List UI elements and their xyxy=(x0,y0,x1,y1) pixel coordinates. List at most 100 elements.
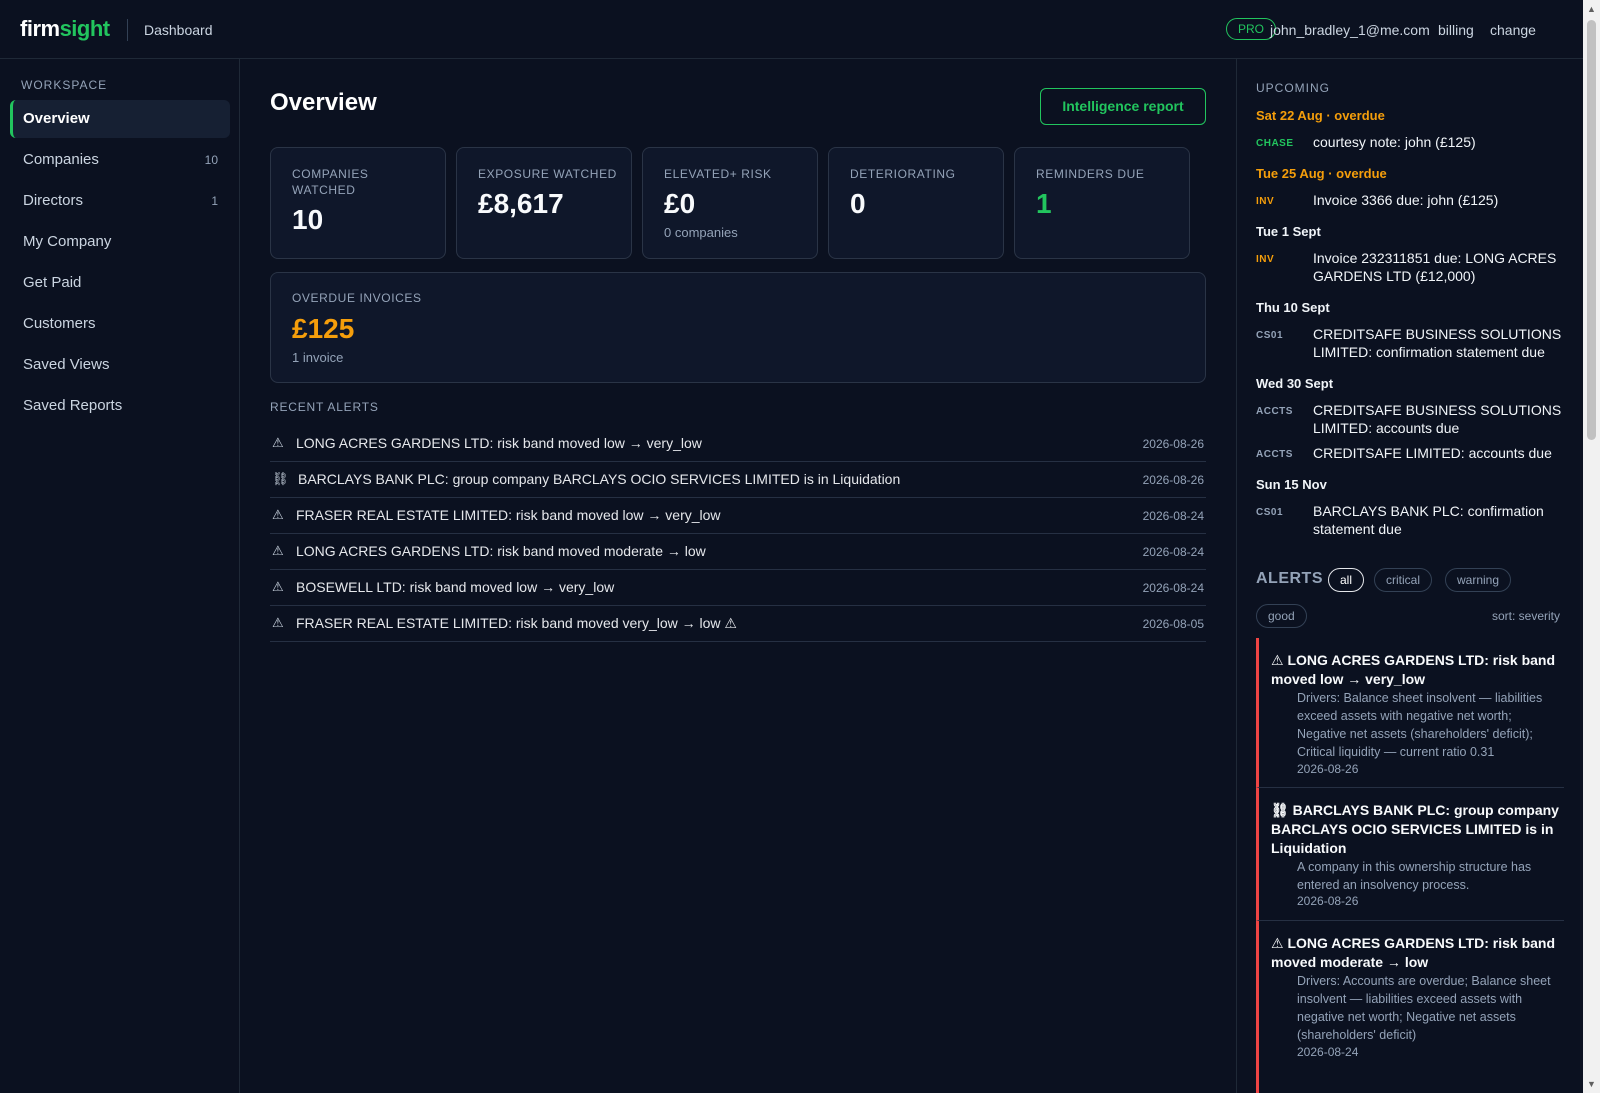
alert-card-date: 2026-08-26 xyxy=(1297,762,1359,776)
sidebar-item-label: Get Paid xyxy=(23,274,82,291)
stat-value: £125 xyxy=(292,313,355,344)
top-bar: firmsight Dashboard PRO john_bradley_1@m… xyxy=(0,0,1583,59)
stat-label: OVERDUE INVOICES xyxy=(292,291,422,305)
sidebar-item-label: Customers xyxy=(23,315,96,332)
filter-critical[interactable]: critical xyxy=(1374,568,1433,592)
alert-card-title: ⚠ LONG ACRES GARDENS LTD: risk band move… xyxy=(1271,935,1556,970)
overdue-invoices-card[interactable]: OVERDUE INVOICES £125 1 invoice xyxy=(270,272,1206,383)
upcoming-day: Thu 10 Sept xyxy=(1256,300,1330,315)
alert-card-title: ⛓ BARCLAYS BANK PLC: group company BARCL… xyxy=(1271,802,1559,856)
stat-card-companies-watched[interactable]: COMPANIES WATCHED 10 xyxy=(270,147,446,259)
alert-card-description: Drivers: Balance sheet insolvent — liabi… xyxy=(1297,691,1543,759)
stat-card-deteriorating[interactable]: DETERIORATING 0 xyxy=(828,147,1004,259)
alert-row[interactable]: ⚠ LONG ACRES GARDENS LTD: risk band move… xyxy=(270,426,1206,462)
scroll-down-arrow-icon[interactable]: ▼ xyxy=(1587,1079,1596,1089)
upcoming-event[interactable]: CREDITSAFE BUSINESS SOLUTIONS LIMITED: c… xyxy=(1313,325,1563,361)
alert-card[interactable]: ⚠ LONG ACRES GARDENS LTD: risk band move… xyxy=(1256,638,1564,788)
sidebar-item-label: Directors xyxy=(23,192,84,209)
stat-value: 0 xyxy=(850,188,866,219)
stat-card-exposure-watched[interactable]: EXPOSURE WATCHED £8,617 xyxy=(456,147,632,259)
upcoming-event[interactable]: courtesy note: john (£125) xyxy=(1313,133,1563,151)
alert-text: BARCLAYS BANK PLC: group company BARCLAY… xyxy=(298,471,901,487)
page-scrollbar[interactable]: ▲ ▼ xyxy=(1583,0,1600,1093)
alert-row[interactable]: ⚠ LONG ACRES GARDENS LTD: risk band move… xyxy=(270,534,1206,570)
event-tag: INV xyxy=(1256,196,1275,207)
change-link[interactable]: change xyxy=(1490,22,1536,38)
alert-row[interactable]: ⚠ FRASER REAL ESTATE LIMITED: risk band … xyxy=(270,606,1206,642)
upcoming-event[interactable]: CREDITSAFE BUSINESS SOLUTIONS LIMITED: a… xyxy=(1313,401,1563,437)
chain-link-icon: ⛓ xyxy=(272,471,289,486)
alert-date: 2026-08-26 xyxy=(1142,437,1204,451)
sidebar-item-get-paid[interactable]: Get Paid xyxy=(10,264,230,302)
stat-label: COMPANIES WATCHED xyxy=(292,167,369,197)
scroll-up-arrow-icon[interactable]: ▲ xyxy=(1587,4,1596,14)
alert-text: LONG ACRES GARDENS LTD: risk band moved … xyxy=(296,543,706,559)
billing-link[interactable]: billing xyxy=(1438,22,1474,38)
upcoming-day: Tue 1 Sept xyxy=(1256,224,1321,239)
alert-text: FRASER REAL ESTATE LIMITED: risk band mo… xyxy=(296,615,737,631)
warning-icon: ⚠ xyxy=(272,579,284,594)
alert-date: 2026-08-05 xyxy=(1142,617,1204,631)
sidebar-item-directors[interactable]: Directors 1 xyxy=(10,182,230,220)
page-title: Overview xyxy=(270,89,377,116)
right-panel: UPCOMING Sat 22 Aug · overdue CHASE cour… xyxy=(1236,59,1583,1093)
upcoming-day: Tue 25 Aug · overdue xyxy=(1256,166,1387,181)
chain-link-icon: ⛓ xyxy=(1271,802,1289,818)
alert-text: LONG ACRES GARDENS LTD: risk band moved … xyxy=(296,435,702,451)
alert-card[interactable]: ⚠ LONG ACRES GARDENS LTD: risk band move… xyxy=(1256,921,1564,1093)
stat-label: EXPOSURE WATCHED xyxy=(478,167,617,181)
breadcrumb-dashboard[interactable]: Dashboard xyxy=(144,22,213,38)
stat-sub: 1 invoice xyxy=(292,350,344,365)
intelligence-report-button[interactable]: Intelligence report xyxy=(1040,88,1206,125)
filter-good[interactable]: good xyxy=(1256,604,1307,628)
alert-text: BOSEWELL LTD: risk band moved low → very… xyxy=(296,579,615,595)
alert-row[interactable]: ⛓ BARCLAYS BANK PLC: group company BARCL… xyxy=(270,462,1206,498)
alert-card-date: 2026-08-24 xyxy=(1297,1045,1359,1059)
filter-warning[interactable]: warning xyxy=(1445,568,1512,592)
alert-card[interactable]: ⛓ BARCLAYS BANK PLC: group company BARCL… xyxy=(1256,788,1564,921)
stat-card-reminders-due[interactable]: REMINDERS DUE 1 xyxy=(1014,147,1190,259)
sidebar-item-label: Saved Reports xyxy=(23,397,123,414)
stat-value: 10 xyxy=(292,204,324,235)
stat-value: 1 xyxy=(1036,188,1052,219)
upcoming-event[interactable]: Invoice 232311851 due: LONG ACRES GARDEN… xyxy=(1313,249,1563,285)
alert-card-date: 2026-08-26 xyxy=(1297,894,1359,908)
main-content: Overview Intelligence report COMPANIES W… xyxy=(240,59,1236,1093)
warning-icon: ⚠ xyxy=(272,543,284,558)
stat-label: REMINDERS DUE xyxy=(1036,167,1145,181)
alert-date: 2026-08-24 xyxy=(1142,581,1204,595)
upcoming-heading: UPCOMING xyxy=(1256,81,1330,95)
event-tag: ACCTS xyxy=(1256,406,1293,417)
sidebar-item-companies[interactable]: Companies 10 xyxy=(10,141,230,179)
sidebar: WORKSPACE Overview Companies 10 Director… xyxy=(0,59,240,1093)
sidebar-item-saved-views[interactable]: Saved Views xyxy=(10,346,230,384)
sort-control[interactable]: sort: severity xyxy=(1492,609,1560,623)
sidebar-item-saved-reports[interactable]: Saved Reports xyxy=(10,387,230,425)
event-tag: CS01 xyxy=(1256,507,1284,518)
event-tag: ACCTS xyxy=(1256,449,1293,460)
event-tag: INV xyxy=(1256,254,1275,265)
user-email: john_bradley_1@me.com xyxy=(1270,22,1430,38)
scrollbar-thumb[interactable] xyxy=(1587,20,1596,440)
stat-card-elevated-risk[interactable]: ELEVATED+ RISK £0 0 companies xyxy=(642,147,818,259)
sidebar-item-overview[interactable]: Overview xyxy=(10,100,230,138)
alerts-heading: ALERTS xyxy=(1256,570,1323,587)
sidebar-item-my-company[interactable]: My Company xyxy=(10,223,230,261)
firmsight-logo[interactable]: firmsight xyxy=(20,16,110,42)
upcoming-event[interactable]: BARCLAYS BANK PLC: confirmation statemen… xyxy=(1313,502,1563,538)
plan-badge: PRO xyxy=(1226,18,1277,40)
stat-value: £0 xyxy=(664,188,696,219)
stat-value: £8,617 xyxy=(478,188,564,219)
alert-row[interactable]: ⚠ FRASER REAL ESTATE LIMITED: risk band … xyxy=(270,498,1206,534)
stat-label: DETERIORATING xyxy=(850,167,956,181)
upcoming-event[interactable]: CREDITSAFE LIMITED: accounts due xyxy=(1313,444,1563,462)
upcoming-event[interactable]: Invoice 3366 due: john (£125) xyxy=(1313,191,1563,209)
filter-all[interactable]: all xyxy=(1328,568,1365,592)
alert-date: 2026-08-26 xyxy=(1142,473,1204,487)
sidebar-item-count: 10 xyxy=(204,153,218,167)
event-tag: CHASE xyxy=(1256,138,1294,149)
warning-icon: ⚠ xyxy=(272,507,284,522)
alert-text: FRASER REAL ESTATE LIMITED: risk band mo… xyxy=(296,507,721,523)
sidebar-item-customers[interactable]: Customers xyxy=(10,305,230,343)
alert-row[interactable]: ⚠ BOSEWELL LTD: risk band moved low → ve… xyxy=(270,570,1206,606)
